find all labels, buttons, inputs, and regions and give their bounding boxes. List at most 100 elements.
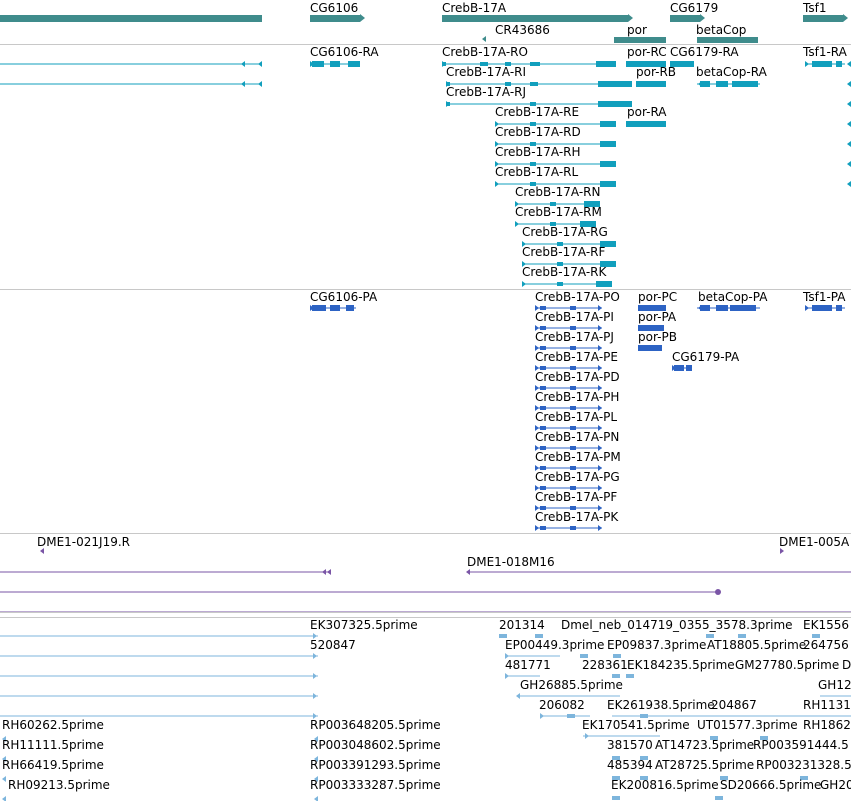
transcript-crebb-rl-exon[interactable]	[600, 181, 616, 187]
protein-label: CrebB-17A-PK	[535, 510, 619, 524]
transcript-right-edge-arrow[interactable]	[847, 121, 851, 127]
gene-arrow-cr43686[interactable]	[482, 36, 486, 42]
est-block[interactable]	[626, 674, 634, 678]
gene-bar-cg6106[interactable]	[310, 15, 360, 22]
transcript-tsf1-ra-exon[interactable]	[812, 61, 832, 67]
gene-bar-por[interactable]	[614, 37, 666, 43]
protein-cg6179-pa-exon[interactable]	[686, 365, 692, 371]
transcript-betacop-ra-exon[interactable]	[700, 81, 710, 87]
gene-bar-betacop[interactable]	[697, 37, 758, 43]
transcript-betacop-ra-exon[interactable]	[732, 81, 758, 87]
transcript-crebb-rk-exon[interactable]	[557, 282, 563, 286]
gene-label: CG6106	[310, 1, 359, 15]
est-arrow[interactable]	[313, 693, 317, 699]
transcript-crebb-ro-exon[interactable]	[530, 62, 540, 66]
transcript-tsf1-ra-start-arrow[interactable]	[805, 61, 809, 67]
protein-betacop-pa-exon[interactable]	[716, 305, 728, 311]
transcript-label: CrebB-17A-RO	[442, 45, 528, 59]
transcript-right-edge-arrow[interactable]	[847, 101, 851, 107]
transcript-cg6106-ra-exon[interactable]	[312, 61, 324, 67]
est-arrow[interactable]	[585, 733, 589, 739]
protein-label: CrebB-17A-PH	[535, 390, 620, 404]
transcript-crebb-rk-start-arrow[interactable]	[522, 281, 526, 287]
transcript-crebb-rm-start-arrow[interactable]	[515, 221, 519, 227]
gene-arrow[interactable]	[628, 14, 633, 22]
transcript-crebb-rj-exon[interactable]	[446, 102, 450, 106]
clone-end-marker[interactable]	[715, 589, 721, 595]
est-arrow[interactable]	[2, 796, 6, 801]
protein-label: CrebB-17A-PE	[535, 350, 618, 364]
clone-arrow[interactable]	[322, 569, 326, 575]
est-arrow[interactable]	[313, 653, 317, 659]
transcript-arrow[interactable]	[241, 61, 245, 67]
protein-crebb-pk-end-arrow[interactable]	[598, 525, 602, 531]
gene-arrow[interactable]	[360, 14, 365, 22]
est-label: EK200816.5prime	[611, 778, 719, 792]
est-arrow[interactable]	[540, 713, 544, 719]
transcript-right-edge-arrow[interactable]	[847, 141, 851, 147]
clone-arrow[interactable]	[327, 569, 331, 575]
transcript-right-edge-arrow[interactable]	[847, 81, 851, 87]
est-arrow[interactable]	[314, 796, 318, 801]
gene-arrow[interactable]	[700, 14, 705, 22]
gene-arrow[interactable]	[843, 14, 848, 22]
transcript-crebb-ri-exon[interactable]	[530, 82, 538, 86]
protein-tsf1-pa-start-arrow[interactable]	[805, 305, 809, 311]
est-label: D	[842, 658, 851, 672]
protein-crebb-pk-exon[interactable]	[570, 526, 576, 530]
transcript-por-ra-exon[interactable]	[626, 121, 666, 127]
gene-bar-left[interactable]	[0, 15, 262, 22]
protein-label: CrebB-17A-PG	[535, 470, 620, 484]
gene-label: CR43686	[495, 23, 550, 37]
protein-cg6179-pa-exon[interactable]	[674, 365, 684, 371]
transcript-arrow[interactable]	[258, 81, 262, 87]
transcript-arrow[interactable]	[258, 61, 262, 67]
transcript-arrow[interactable]	[241, 81, 245, 87]
transcript-por-rb-exon[interactable]	[636, 81, 666, 87]
transcript-crebb-ro-exon[interactable]	[596, 61, 616, 67]
gene-bar-tsf1[interactable]	[803, 15, 843, 22]
transcript-crebb-rh-exon[interactable]	[600, 161, 616, 167]
transcript-cg6106-ra-exon[interactable]	[330, 61, 340, 67]
protein-betacop-pa-exon[interactable]	[730, 305, 756, 311]
transcript-crebb-rd-exon[interactable]	[600, 141, 616, 147]
protein-crebb-pk-exon[interactable]	[540, 526, 546, 530]
gene-label: CG6179	[670, 1, 719, 15]
transcript-right-edge-arrow[interactable]	[847, 161, 851, 167]
est-block[interactable]	[715, 796, 723, 800]
protein-crebb-pk-start-arrow[interactable]	[535, 525, 539, 531]
protein-label: por-PC	[638, 290, 678, 304]
est-label: RH1131	[803, 698, 851, 712]
est-arrow[interactable]	[2, 776, 6, 782]
protein-tsf1-pa-exon[interactable]	[812, 305, 832, 311]
transcript-crebb-rk-exon[interactable]	[596, 281, 612, 287]
est-arrow[interactable]	[313, 673, 317, 679]
transcript-betacop-ra-exon[interactable]	[716, 81, 728, 87]
protein-label: CrebB-17A-PM	[535, 450, 621, 464]
est-block[interactable]	[612, 796, 620, 800]
transcript-right-edge-arrow[interactable]	[847, 61, 851, 67]
clone-arrow[interactable]	[466, 569, 470, 575]
protein-cg6106-pa-exon[interactable]	[312, 305, 326, 311]
gene-bar-cg6179[interactable]	[670, 15, 700, 22]
protein-label: betaCop-PA	[698, 290, 768, 304]
transcript-crebb-rl-start-arrow[interactable]	[495, 181, 499, 187]
est-arrow[interactable]	[505, 673, 509, 679]
est-label: AT14723.5prime	[655, 738, 755, 752]
transcript-crebb-ri-exon[interactable]	[598, 81, 632, 87]
transcript-right-edge-arrow[interactable]	[847, 181, 851, 187]
transcript-crebb-re-exon[interactable]	[600, 121, 616, 127]
protein-cg6106-pa-exon[interactable]	[346, 305, 354, 311]
protein-cg6106-pa-exon[interactable]	[330, 305, 340, 311]
transcript-label: CrebB-17A-RJ	[446, 85, 527, 99]
gene-bar-crebb[interactable]	[442, 15, 628, 22]
est-label: RP003648205.5prime	[310, 718, 441, 732]
protein-tsf1-pa-exon[interactable]	[836, 305, 842, 311]
est-arrow[interactable]	[516, 693, 520, 699]
protein-betacop-pa-exon[interactable]	[700, 305, 710, 311]
est-block[interactable]	[567, 714, 575, 718]
protein-por-pb-exon[interactable]	[638, 345, 662, 351]
transcript-cg6106-ra-exon[interactable]	[348, 61, 360, 67]
protein-label: por-PA	[638, 310, 677, 324]
transcript-tsf1-ra-exon[interactable]	[836, 61, 842, 67]
